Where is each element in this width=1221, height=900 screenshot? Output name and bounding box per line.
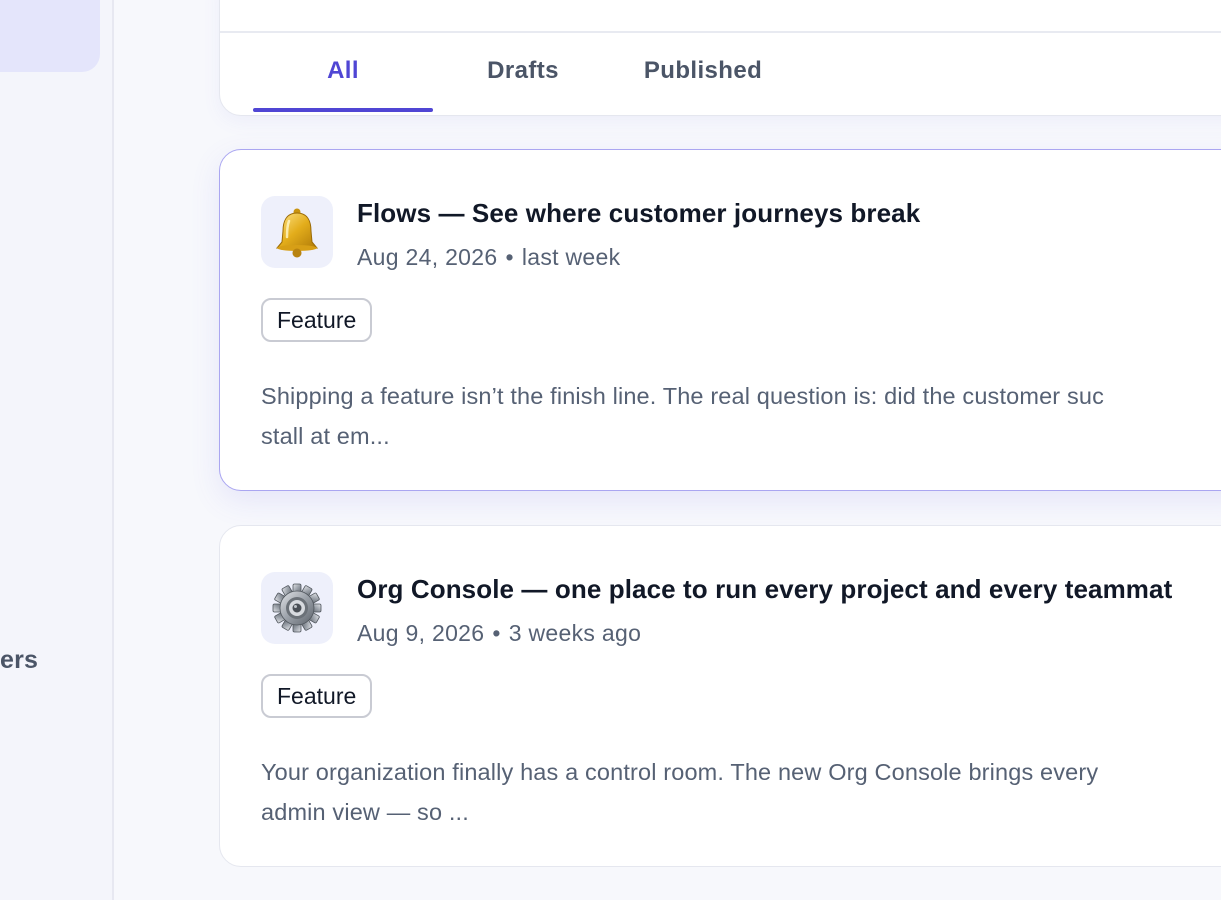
tab-drafts[interactable]: Drafts (463, 57, 583, 87)
post-excerpt-line: Shipping a feature isn’t the finish line… (261, 383, 1104, 409)
post-excerpt: Your organization finally has a control … (261, 752, 1221, 832)
tag-badge[interactable]: Feature (261, 674, 373, 718)
tab-all[interactable]: All (253, 57, 433, 87)
post-date: Aug 9, 2026 (357, 620, 485, 646)
tab-published[interactable]: Published (633, 57, 773, 87)
post-icon-container (261, 572, 333, 644)
post-excerpt-line: Your organization finally has a control … (261, 759, 1099, 785)
gear-icon (272, 583, 322, 633)
post-title[interactable]: Flows — See where customer journeys brea… (357, 198, 920, 229)
meta-separator: • (505, 244, 514, 270)
tag-badge[interactable]: Feature (261, 298, 373, 342)
post-excerpt-line: admin view — so ... (261, 799, 469, 825)
sidebar-active-item[interactable] (0, 0, 100, 72)
post-meta: Aug 24, 2026 • last week (357, 244, 620, 271)
post-date: Aug 24, 2026 (357, 244, 498, 270)
post-meta: Aug 9, 2026 • 3 weeks ago (357, 620, 641, 647)
post-card[interactable]: Flows — See where customer journeys brea… (219, 149, 1221, 491)
post-title[interactable]: Org Console — one place to run every pro… (357, 574, 1172, 605)
post-excerpt-line: stall at em... (261, 423, 390, 449)
bell-icon (275, 208, 319, 258)
active-tab-indicator (253, 108, 433, 112)
post-card[interactable]: Org Console — one place to run every pro… (219, 525, 1221, 867)
post-excerpt: Shipping a feature isn’t the finish line… (261, 376, 1221, 456)
post-relative-time: last week (521, 244, 621, 270)
sidebar-item-label[interactable]: ers (0, 646, 38, 675)
post-icon-container (261, 196, 333, 268)
meta-separator: • (492, 620, 501, 646)
tabs-panel: All Drafts Published (219, 0, 1221, 116)
sidebar: ers (0, 0, 114, 900)
post-relative-time: 3 weeks ago (508, 620, 642, 646)
tabs-divider (220, 31, 1221, 33)
